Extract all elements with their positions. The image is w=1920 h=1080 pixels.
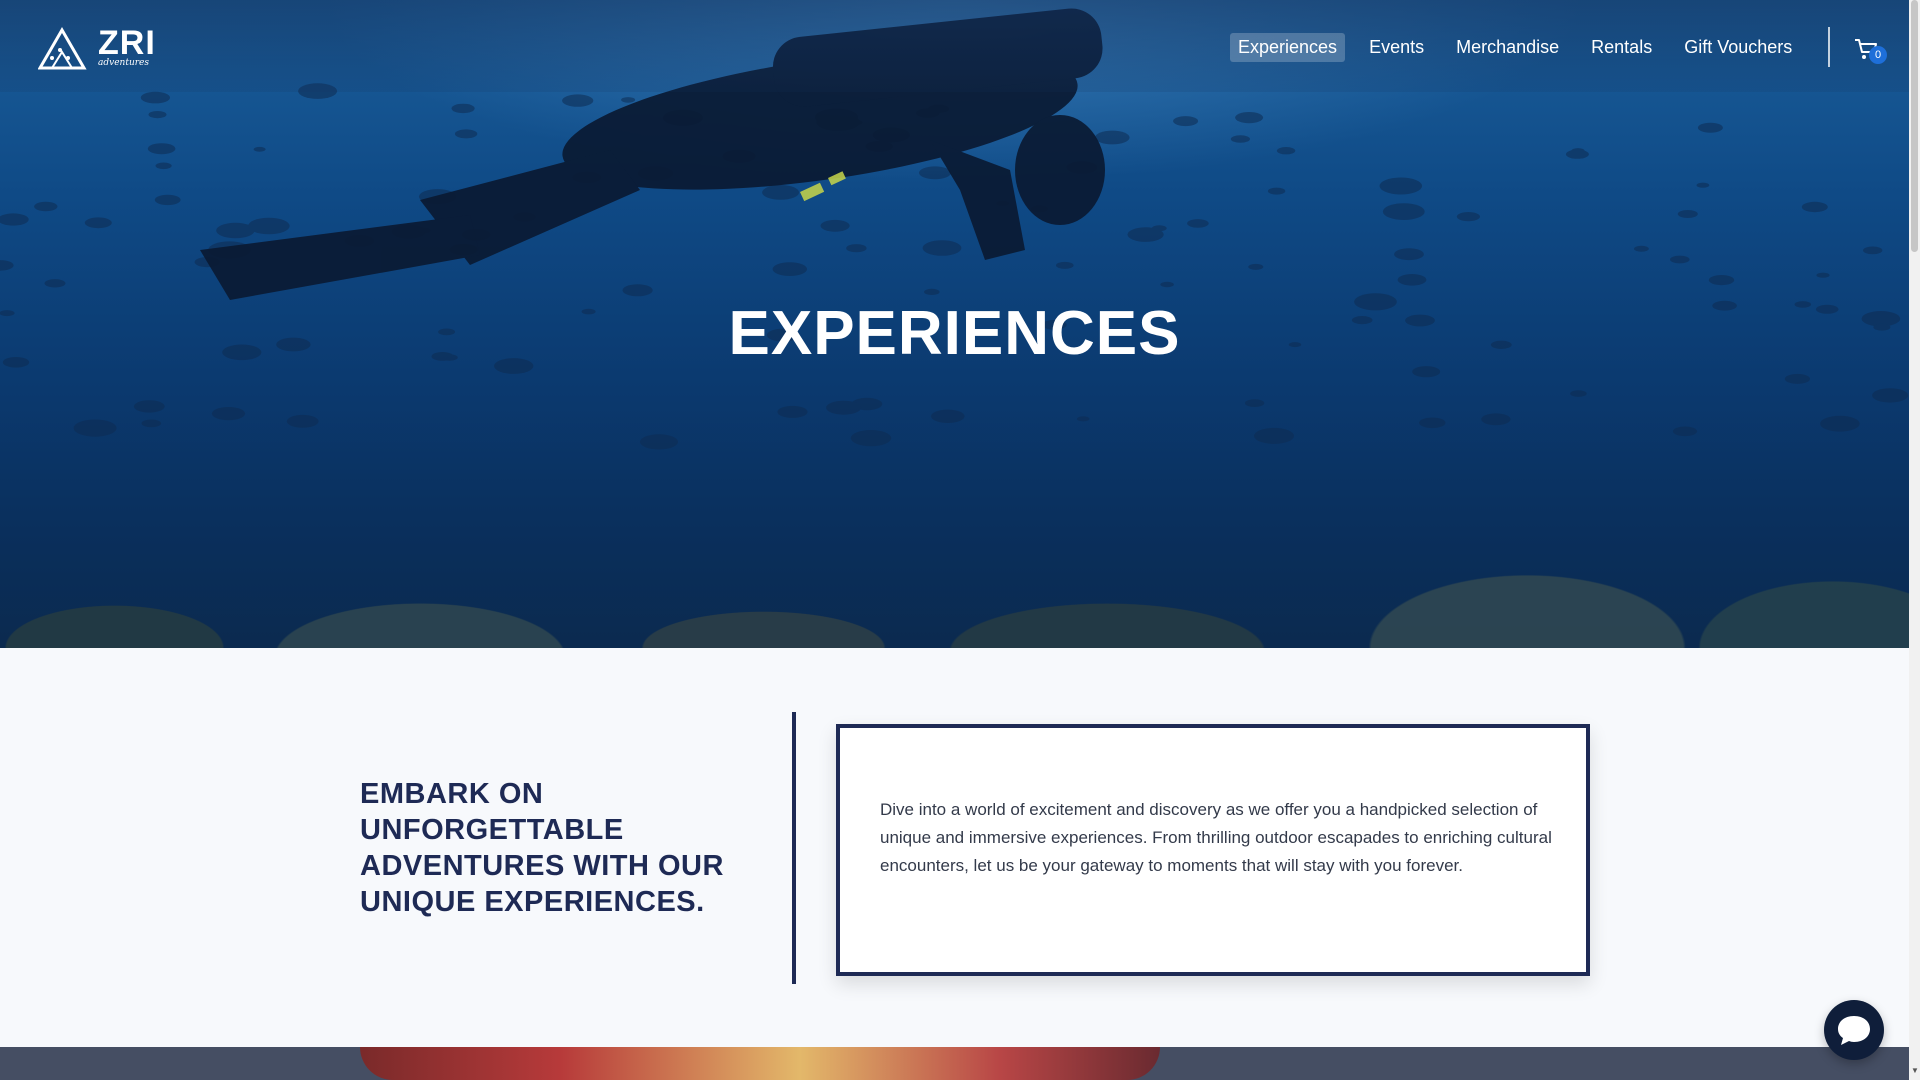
main-nav: Experiences Events Merchandise Rentals G…: [1230, 33, 1816, 62]
hero-title: EXPERIENCES: [728, 299, 1181, 368]
next-section-image: [0, 1047, 1909, 1080]
cart-count-badge: 0: [1869, 46, 1887, 64]
coral-reef-decoration: [0, 448, 1909, 648]
intro-body-text: Dive into a world of excitement and disc…: [880, 800, 1552, 875]
chat-button[interactable]: [1824, 1000, 1884, 1060]
intro-card: Dive into a world of excitement and disc…: [836, 724, 1590, 976]
nav-item-gift-vouchers[interactable]: Gift Vouchers: [1676, 33, 1800, 62]
brand-logo[interactable]: ZRI adventures: [37, 24, 155, 70]
hero-banner: EXPERIENCES: [0, 0, 1909, 648]
scroll-down-arrow-icon[interactable]: ▼: [1910, 1066, 1920, 1078]
hot-air-balloon-image: [360, 1047, 1160, 1080]
brand-subtitle: adventures: [98, 58, 149, 68]
nav-item-experiences[interactable]: Experiences: [1230, 33, 1346, 62]
intro-heading: EMBARK ON UNFORGETTABLE ADVENTURES WITH …: [360, 778, 724, 918]
nav-item-merchandise[interactable]: Merchandise: [1448, 33, 1567, 62]
chat-icon: [1838, 1016, 1870, 1045]
top-navigation-bar: ZRI adventures Experiences Events Mercha…: [0, 0, 1909, 92]
mountain-logo-icon: [37, 27, 87, 70]
scrollbar-thumb[interactable]: [1911, 0, 1918, 252]
nav-item-rentals[interactable]: Rentals: [1583, 33, 1660, 62]
nav-divider: [1828, 27, 1830, 67]
nav-item-events[interactable]: Events: [1361, 33, 1432, 62]
section-divider-line: [792, 712, 796, 984]
